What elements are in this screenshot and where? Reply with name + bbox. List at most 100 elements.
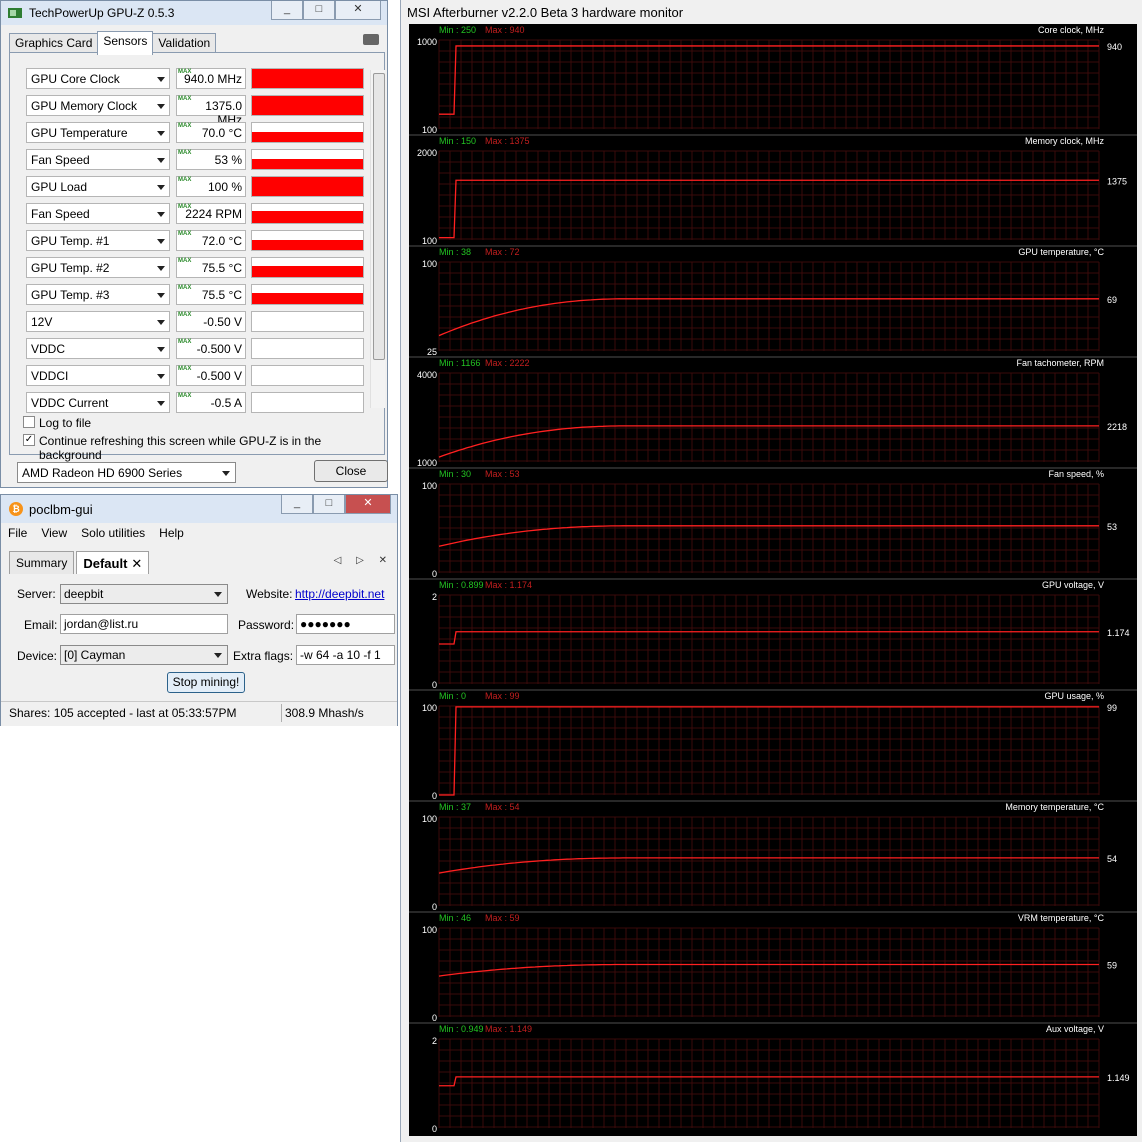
sensor-value: MAX 70.0 °C: [176, 122, 246, 143]
maximize-button[interactable]: □: [313, 495, 345, 514]
axis-min-label: 25: [427, 347, 437, 357]
max-badge: MAX: [178, 150, 192, 156]
close-button[interactable]: Close: [314, 460, 388, 482]
max-readout: Max : 72: [485, 247, 520, 257]
maximize-button[interactable]: □: [303, 1, 335, 20]
sensor-scrollbar[interactable]: [370, 70, 385, 408]
gpu-card-icon: [8, 8, 22, 18]
graph-label: Core clock, MHz: [1038, 25, 1105, 35]
tab-nav-arrows[interactable]: ◁ ▷ ✕: [334, 555, 393, 566]
current-value: 1.174: [1107, 628, 1130, 638]
shares-status: Shares: 105 accepted - last at 05:33:57P…: [9, 706, 237, 720]
hardware-monitor-graph[interactable]: 1000100Min : 250 Max : 940 Core clock, MHz…: [409, 24, 1137, 1136]
current-value: 69: [1107, 295, 1117, 305]
camera-icon[interactable]: [363, 34, 379, 45]
sensor-name: Fan Speed: [31, 153, 90, 167]
menu-solo-utilities[interactable]: Solo utilities: [74, 523, 152, 543]
tab-default[interactable]: Default ✕: [76, 551, 150, 574]
axis-max-label: 2000: [417, 148, 437, 158]
gpuz-titlebar[interactable]: TechPowerUp GPU-Z 0.5.3 _ □ ✕: [1, 1, 387, 25]
stop-mining-button[interactable]: Stop mining!: [167, 672, 245, 693]
minimize-button[interactable]: _: [281, 495, 313, 514]
min-readout: Min : 38: [439, 247, 471, 257]
sensor-name-select[interactable]: GPU Temp. #2: [26, 257, 170, 278]
sensor-name: VDDC: [31, 342, 66, 356]
sensor-name-select[interactable]: GPU Temp. #3: [26, 284, 170, 305]
sensor-value-text: 53 %: [214, 153, 242, 167]
menu-view[interactable]: View: [34, 523, 74, 543]
sensor-graph-fill: [252, 177, 363, 196]
sensor-graph: [251, 338, 364, 359]
tab-sensors[interactable]: Sensors: [97, 31, 154, 55]
graph-label: Memory clock, MHz: [1025, 136, 1105, 146]
sensor-name-select[interactable]: VDDCI: [26, 365, 170, 386]
website-link[interactable]: http://deepbit.net: [295, 587, 384, 601]
close-window-button[interactable]: ✕: [335, 1, 381, 20]
close-tab-icon[interactable]: ✕: [131, 556, 142, 571]
sensor-value: MAX 75.5 °C: [176, 257, 246, 278]
max-readout: Max : 1.149: [485, 1024, 532, 1034]
sensor-graph: [251, 392, 364, 413]
sensor-value: MAX 2224 RPM: [176, 203, 246, 224]
max-badge: MAX: [178, 285, 192, 291]
continue-refresh-checkbox[interactable]: ✓: [23, 434, 35, 446]
poclbm-title: poclbm-gui: [29, 502, 93, 517]
axis-max-label: 2: [432, 592, 437, 602]
sensor-graph: [251, 284, 364, 305]
gpuz-title: TechPowerUp GPU-Z 0.5.3: [29, 6, 175, 20]
card-select-value: AMD Radeon HD 6900 Series: [22, 466, 183, 480]
sensor-name-select[interactable]: 12V: [26, 311, 170, 332]
extra-flags-field[interactable]: -w 64 -a 10 -f 1: [296, 645, 395, 665]
server-select[interactable]: deepbit: [60, 584, 228, 604]
sensor-name-select[interactable]: GPU Temperature: [26, 122, 170, 143]
sensor-graph: [251, 203, 364, 224]
sensor-graph: [251, 122, 364, 143]
sensor-name-select[interactable]: GPU Load: [26, 176, 170, 197]
extra-flags-label: Extra flags:: [233, 649, 294, 663]
axis-max-label: 100: [422, 481, 437, 491]
tab-summary[interactable]: Summary: [9, 551, 75, 574]
current-value: 2218: [1107, 422, 1127, 432]
email-label: Email:: [24, 618, 58, 632]
website-label: Website:: [246, 587, 293, 601]
minimize-button[interactable]: _: [271, 1, 303, 20]
password-field[interactable]: ●●●●●●●: [296, 614, 395, 634]
current-value: 54: [1107, 854, 1117, 864]
poclbm-titlebar[interactable]: ₿ poclbm-gui _ □ ✕: [1, 495, 397, 523]
max-badge: MAX: [178, 69, 192, 75]
current-value: 1.149: [1107, 1073, 1130, 1083]
menu-file[interactable]: File: [1, 523, 34, 543]
max-badge: MAX: [178, 231, 192, 237]
axis-max-label: 1000: [417, 37, 437, 47]
status-bar: Shares: 105 accepted - last at 05:33:57P…: [1, 701, 397, 726]
axis-min-label: 100: [422, 236, 437, 246]
sensor-name-select[interactable]: VDDC Current: [26, 392, 170, 413]
sensor-name-select[interactable]: Fan Speed: [26, 149, 170, 170]
sensor-graph: [251, 176, 364, 197]
scrollbar-thumb[interactable]: [373, 73, 385, 360]
menu-help[interactable]: Help: [152, 523, 191, 543]
sensor-value: MAX -0.5 A: [176, 392, 246, 413]
card-select[interactable]: AMD Radeon HD 6900 Series: [17, 462, 236, 483]
log-to-file-checkbox[interactable]: [23, 416, 35, 428]
email-field[interactable]: jordan@list.ru: [60, 614, 228, 634]
sensor-name-select[interactable]: Fan Speed: [26, 203, 170, 224]
sensor-name-select[interactable]: GPU Temp. #1: [26, 230, 170, 251]
sensor-name-select[interactable]: GPU Core Clock: [26, 68, 170, 89]
tab-validation[interactable]: Validation: [152, 33, 217, 53]
sensor-value-text: -0.500 V: [196, 369, 242, 383]
sensor-value-text: -0.50 V: [203, 315, 242, 329]
sensor-value-text: 70.0 °C: [201, 126, 242, 140]
max-readout: Max : 1.174: [485, 580, 532, 590]
min-readout: Min : 1166: [439, 358, 480, 368]
device-select[interactable]: [0] Cayman: [60, 645, 228, 665]
sensor-name-select[interactable]: VDDC: [26, 338, 170, 359]
tab-graphics-card[interactable]: Graphics Card: [9, 33, 99, 53]
afterburner-title: MSI Afterburner v2.2.0 Beta 3 hardware m…: [407, 5, 684, 20]
sensor-name-select[interactable]: GPU Memory Clock: [26, 95, 170, 116]
close-window-button[interactable]: ✕: [345, 495, 391, 514]
sensor-graph: [251, 149, 364, 170]
min-readout: Min : 37: [439, 802, 471, 812]
server-value: deepbit: [64, 587, 104, 601]
device-value: [0] Cayman: [64, 648, 126, 662]
